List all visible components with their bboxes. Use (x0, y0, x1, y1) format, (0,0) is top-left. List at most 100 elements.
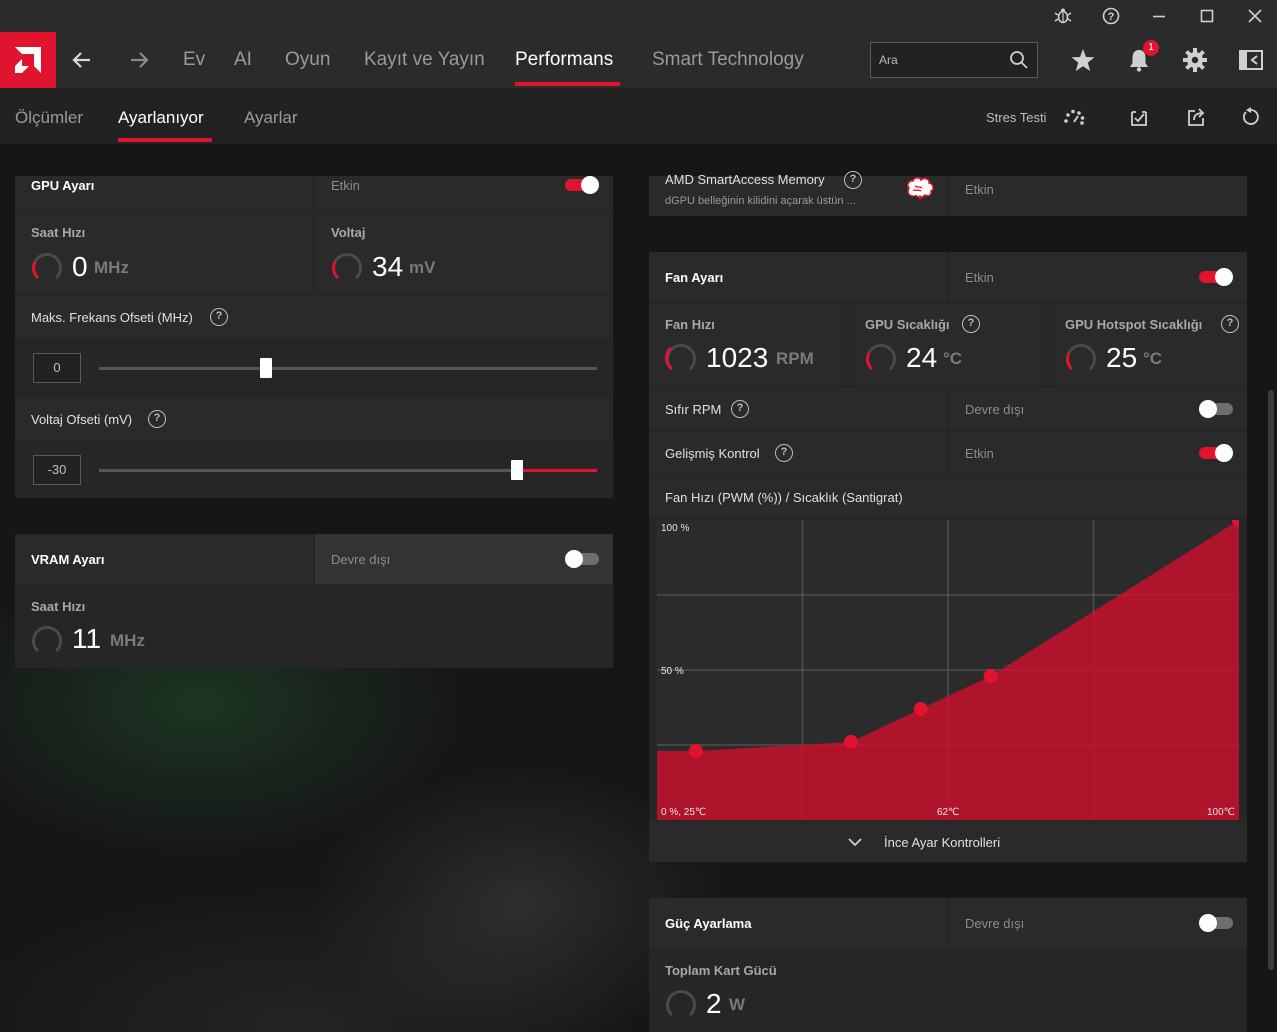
fan-speed-label: Fan Hızı (665, 317, 715, 332)
nav-gaming[interactable]: Oyun (285, 49, 330, 71)
gpu-clock-label: Saat Hızı (31, 225, 86, 240)
gpu-tuning-toggle[interactable] (565, 176, 599, 194)
maximize-icon[interactable] (1197, 6, 1217, 26)
help-icon[interactable]: ? (210, 308, 228, 326)
fan-speed-gauge-icon (664, 343, 696, 371)
apply-profile-icon[interactable] (1128, 106, 1150, 128)
brain-icon (906, 177, 934, 201)
nav-active-indicator (515, 82, 620, 86)
nav-performance[interactable]: Performans (515, 49, 613, 71)
help-icon[interactable]: ? (1101, 6, 1121, 26)
gpu-voltage-label: Voltaj (331, 225, 366, 240)
vram-toggle[interactable] (565, 550, 599, 568)
chevron-down-icon[interactable] (847, 835, 863, 849)
max-freq-offset-slider-track[interactable] (99, 367, 597, 370)
fan-curve-point[interactable] (688, 744, 703, 758)
gpu-clock-value: 0 (72, 251, 88, 282)
fan-tuning-status: Etkin (965, 270, 994, 285)
total-board-power-label: Toplam Kart Gücü (665, 963, 777, 978)
gpu-voltage-gauge-icon (332, 252, 362, 280)
voltage-offset-input[interactable]: -30 (33, 455, 81, 485)
settings-gear-icon[interactable] (1181, 46, 1209, 74)
sidebar-toggle-icon[interactable] (1237, 46, 1265, 74)
amd-logo-icon (15, 47, 41, 73)
hotspot-temp-value: 25 (1106, 342, 1138, 373)
vertical-scrollbar[interactable] (1268, 390, 1274, 970)
stress-test-label[interactable]: Stres Testi (986, 110, 1046, 125)
total-board-power-unit: W (729, 995, 746, 1014)
gpu-clock-gauge-icon (32, 252, 62, 280)
help-icon[interactable]: ? (148, 410, 166, 428)
fan-curve-point[interactable] (844, 735, 858, 749)
tab-tuning[interactable]: Ayarlanıyor (118, 108, 204, 128)
voltage-offset-label: Voltaj Ofseti (mV) (31, 412, 133, 427)
zero-rpm-toggle[interactable] (1199, 400, 1233, 418)
search-icon[interactable] (1009, 50, 1029, 70)
gpu-tuning-panel: GPU Ayarı Etkin Saat Hızı 0 MHz Voltaj 3… (15, 176, 613, 498)
svg-text:?: ? (1108, 11, 1115, 23)
advanced-control-toggle[interactable] (1199, 444, 1233, 462)
nav-home[interactable]: Ev (183, 49, 205, 71)
notification-badge: 1 (1143, 40, 1159, 56)
fan-curve-point[interactable] (983, 669, 998, 683)
power-tuning-toggle[interactable] (1199, 914, 1233, 932)
vram-clock-unit: MHz (110, 631, 145, 650)
minimize-icon[interactable] (1149, 6, 1169, 26)
help-icon[interactable]: ? (731, 400, 749, 418)
fan-speed-unit: RPM (776, 349, 814, 368)
vram-tuning-panel: VRAM Ayarı Devre dışı Saat Hızı 11 MHz (15, 534, 613, 668)
toggle-knob (1215, 444, 1233, 462)
power-tuning-panel: Güç Ayarlama Devre dışı Toplam Kart Gücü… (649, 898, 1247, 1032)
voltage-offset-slider-thumb[interactable] (511, 460, 524, 480)
nav-smart-technology[interactable]: Smart Technology (652, 49, 804, 71)
amd-logo[interactable] (0, 32, 56, 88)
help-icon[interactable]: ? (844, 171, 862, 189)
fine-tune-controls-label[interactable]: İnce Ayar Kontrolleri (884, 835, 1000, 850)
total-board-power-value: 2 (706, 988, 722, 1019)
favorites-star-icon[interactable] (1069, 46, 1097, 74)
vram-status: Devre dışı (331, 552, 391, 567)
toggle-knob (1199, 914, 1217, 932)
advanced-control-label: Gelişmiş Kontrol (665, 446, 760, 461)
tab-metrics[interactable]: Ölçümler (15, 108, 83, 128)
nav-record-stream[interactable]: Kayıt ve Yayın (364, 49, 485, 71)
sam-status: Etkin (965, 182, 994, 197)
fan-speed-value: 1023 (706, 342, 769, 373)
stress-test-gauge-icon[interactable] (1063, 106, 1085, 128)
reset-icon[interactable] (1240, 106, 1262, 128)
max-freq-offset-input[interactable]: 0 (33, 353, 81, 383)
search-box[interactable] (870, 42, 1038, 78)
fan-curve-point[interactable] (913, 702, 928, 716)
help-icon[interactable]: ? (962, 315, 980, 333)
sam-subtitle: dGPU belleğinin kilidini açarak üstün ..… (665, 195, 856, 207)
bug-icon[interactable] (1053, 6, 1073, 26)
help-icon[interactable]: ? (775, 444, 793, 462)
fan-tuning-toggle[interactable] (1199, 268, 1233, 286)
forward-arrow-icon[interactable] (125, 46, 153, 74)
search-input[interactable] (879, 51, 999, 69)
max-freq-offset-slider-thumb[interactable] (259, 358, 272, 378)
hotspot-temp-label: GPU Hotspot Sıcaklığı (1065, 317, 1203, 332)
fan-curve-svg[interactable] (657, 513, 1246, 820)
toggle-knob (1215, 268, 1233, 286)
toggle-knob (1199, 400, 1217, 418)
toggle-knob (581, 176, 599, 194)
zero-rpm-status: Devre dışı (965, 402, 1025, 417)
export-profile-icon[interactable] (1185, 106, 1207, 128)
nav-ai[interactable]: AI (234, 49, 252, 71)
sub-navigation: Ölçümler Ayarlanıyor Ayarlar Stres Testi (0, 88, 1277, 144)
tab-settings[interactable]: Ayarlar (244, 108, 298, 128)
back-arrow-icon[interactable] (68, 46, 96, 74)
voltage-offset-slider-fill (517, 469, 597, 472)
y-tick-label: 100 % (661, 523, 690, 534)
hotspot-temp-unit: °C (1143, 349, 1163, 368)
fan-curve-chart[interactable]: 100 % 50 % 0 %, 25℃ 62℃ 100℃ (657, 513, 1246, 820)
gpu-temp-label: GPU Sıcaklığı (865, 317, 950, 332)
fan-curve-title: Fan Hızı (PWM (%)) / Sıcaklık (Santigrat… (665, 490, 903, 505)
zero-rpm-label: Sıfır RPM (665, 402, 722, 417)
gpu-tuning-status: Etkin (331, 178, 360, 193)
title-bar: ? (0, 0, 1277, 32)
close-icon[interactable] (1245, 6, 1265, 26)
help-icon[interactable]: ? (1221, 315, 1239, 333)
gpu-voltage-value: 34 (372, 251, 404, 282)
